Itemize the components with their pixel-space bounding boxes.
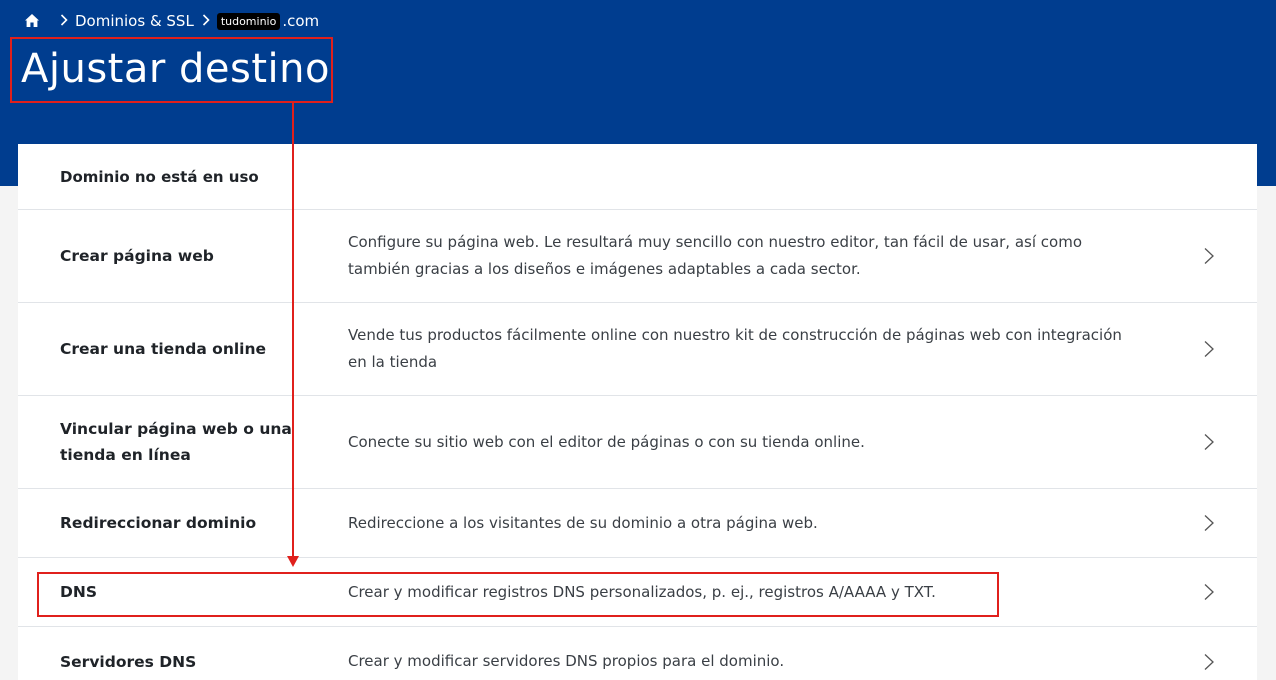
breadcrumb-domains-ssl[interactable]: Dominios & SSL: [75, 12, 194, 30]
option-dns-servers[interactable]: Servidores DNS Crear y modificar servido…: [18, 627, 1257, 680]
chevron-right-icon: [1204, 515, 1214, 531]
breadcrumb-domain-name: tudominio: [216, 12, 281, 30]
dns-highlight-box: [37, 572, 999, 617]
breadcrumb-domain-tld: .com: [282, 12, 320, 30]
option-description: Conecte su sitio web con el editor de pá…: [348, 432, 865, 451]
option-title: Redireccionar dominio: [60, 514, 257, 532]
chevron-right-icon: [1204, 248, 1214, 264]
option-description: Crear y modificar servidores DNS propios…: [348, 652, 785, 670]
option-create-website[interactable]: Crear página web Configure su página web…: [18, 210, 1257, 303]
chevron-right-icon: [1204, 341, 1214, 357]
option-redirect-domain[interactable]: Redireccionar dominio Redireccione a los…: [18, 489, 1257, 558]
option-description: Vende tus productos fácilmente online co…: [348, 326, 1122, 371]
option-create-online-store[interactable]: Crear una tienda online Vende tus produc…: [18, 303, 1257, 396]
option-title: Crear página web: [60, 247, 214, 265]
option-title: Vincular página web o una tienda en líne…: [60, 420, 292, 464]
breadcrumb: Dominios & SSL tudominio .com: [24, 12, 319, 30]
option-description: Redireccione a los visitantes de su domi…: [348, 513, 818, 532]
option-title: Servidores DNS: [60, 652, 197, 671]
chevron-right-icon: [202, 12, 210, 30]
title-highlight-box: [10, 37, 333, 103]
chevron-right-icon: [1204, 584, 1214, 600]
home-icon[interactable]: [24, 13, 40, 29]
option-title: Crear una tienda online: [60, 340, 267, 358]
chevron-right-icon: [60, 12, 68, 30]
chevron-right-icon: [1204, 434, 1214, 450]
section-title: Dominio no está en uso: [18, 144, 1257, 210]
chevron-right-icon: [1204, 653, 1214, 670]
option-description: Configure su página web. Le resultará mu…: [348, 233, 1082, 278]
option-link-website-or-store[interactable]: Vincular página web o una tienda en líne…: [18, 396, 1257, 489]
